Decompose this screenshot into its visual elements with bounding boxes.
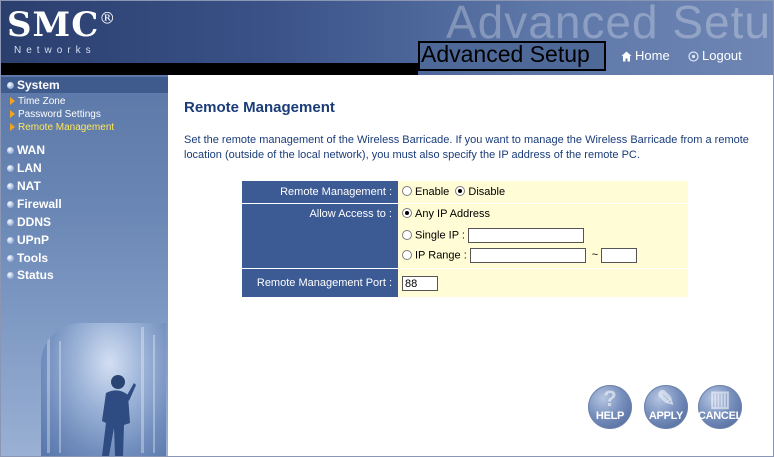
- home-link[interactable]: Home: [621, 48, 670, 63]
- sidebar-item-ddns[interactable]: DDNS: [1, 214, 168, 230]
- arrow-right-icon: [10, 97, 15, 106]
- sidebar-subitem-time-zone[interactable]: Time Zone: [1, 95, 168, 108]
- single-ip-label: Single IP :: [415, 229, 465, 242]
- single-ip-radio[interactable]: [402, 229, 412, 240]
- sidebar-item-label: DDNS: [17, 215, 52, 229]
- bullet-icon: [7, 165, 14, 173]
- page-heading: Advanced Setup: [421, 41, 590, 67]
- trash-icon: ▥: [709, 386, 731, 411]
- apply-button[interactable]: ✎ APPLY: [644, 385, 688, 429]
- sidebar-subitem-label: Password Settings: [18, 109, 101, 120]
- bullet-icon: [7, 147, 14, 155]
- ip-range-label: IP Range :: [415, 249, 467, 262]
- logout-label: Logout: [702, 48, 742, 63]
- server-room-photo: [41, 323, 166, 456]
- home-icon: [621, 51, 632, 62]
- help-button[interactable]: ? HELP: [588, 385, 632, 429]
- sidebar-item-status[interactable]: Status: [1, 267, 168, 283]
- allow-access-label: Allow Access to :: [242, 204, 398, 268]
- remote-management-form: Remote Management : Enable Disable Allow…: [242, 181, 688, 298]
- single-ip-option[interactable]: Single IP :: [402, 228, 585, 243]
- ip-range-radio[interactable]: [402, 249, 412, 260]
- router-admin-window: Advanced Setup SMC® Networks Advanced Se…: [0, 0, 774, 457]
- apply-button-label: APPLY: [648, 410, 684, 422]
- arrow-right-icon: [10, 123, 15, 132]
- sidebar-item-wan[interactable]: WAN: [1, 142, 168, 158]
- content-panel: Remote Management Set the remote managem…: [168, 75, 773, 456]
- logout-link[interactable]: Logout: [688, 48, 742, 63]
- ip-range-start-input[interactable]: [469, 248, 586, 263]
- port-input[interactable]: 88: [402, 275, 438, 291]
- remote-management-options: Enable Disable: [398, 181, 688, 203]
- sidebar-item-label: UPnP: [17, 233, 50, 247]
- allow-access-options: Any IP Address Single IP : IP Range : ~: [398, 204, 688, 268]
- home-label: Home: [635, 48, 670, 63]
- sidebar-item-system[interactable]: System: [1, 77, 168, 93]
- port-row: Remote Management Port : 88: [242, 269, 688, 298]
- bullet-icon: [7, 201, 14, 209]
- remote-management-label: Remote Management :: [242, 181, 398, 203]
- bullet-icon: [7, 255, 14, 263]
- sidebar-item-label: Firewall: [17, 197, 62, 211]
- bullet-icon: [7, 219, 14, 227]
- bullet-icon: [7, 237, 14, 245]
- disable-option[interactable]: Disable: [455, 186, 505, 198]
- sidebar-item-firewall[interactable]: Firewall: [1, 196, 168, 212]
- registered-mark: ®: [99, 8, 117, 28]
- sidebar-item-label: Tools: [17, 251, 49, 265]
- any-ip-option[interactable]: Any IP Address: [402, 208, 490, 220]
- smc-logo: SMC®: [7, 5, 116, 45]
- apply-icon: ✎: [656, 386, 676, 411]
- bullet-icon: [7, 183, 14, 191]
- sidebar-subitem-label: Remote Management: [18, 122, 115, 133]
- enable-radio[interactable]: [402, 186, 412, 197]
- bullet-icon: [7, 272, 14, 280]
- question-mark-icon: ?: [603, 386, 617, 411]
- logout-icon: [688, 51, 699, 62]
- ip-range-separator: ~: [591, 249, 599, 262]
- section-title: Remote Management: [184, 99, 335, 116]
- sidebar-item-label: Status: [17, 268, 54, 282]
- sidebar-item-lan[interactable]: LAN: [1, 160, 168, 176]
- sidebar-item-nat[interactable]: NAT: [1, 178, 168, 194]
- enable-label: Enable: [415, 186, 450, 198]
- any-ip-radio[interactable]: [402, 208, 412, 219]
- cancel-button-label: CANCEL: [698, 410, 743, 422]
- bullet-icon: [7, 82, 14, 90]
- logo-text: SMC: [7, 5, 100, 45]
- port-field-cell: 88: [398, 269, 688, 297]
- header-divider-bar: [1, 63, 418, 75]
- single-ip-input[interactable]: [468, 228, 585, 243]
- sidebar-subitem-remote-management[interactable]: Remote Management: [1, 121, 168, 134]
- any-ip-label: Any IP Address: [415, 208, 491, 220]
- disable-label: Disable: [468, 186, 506, 198]
- sidebar-item-label: WAN: [17, 143, 45, 157]
- allow-access-row: Allow Access to : Any IP Address Single …: [242, 204, 688, 269]
- ip-range-end-input[interactable]: [600, 248, 637, 263]
- header-banner: Advanced Setup SMC® Networks Advanced Se…: [1, 1, 773, 75]
- help-button-label: HELP: [595, 410, 625, 422]
- ip-range-option[interactable]: IP Range : ~: [402, 248, 637, 263]
- sidebar-item-tools[interactable]: Tools: [1, 250, 168, 266]
- disable-radio[interactable]: [455, 186, 466, 197]
- enable-option[interactable]: Enable: [402, 186, 449, 198]
- cancel-button[interactable]: ▥ CANCEL: [698, 385, 742, 429]
- sidebar-subitem-label: Time Zone: [18, 96, 66, 107]
- sidebar-subitem-password-settings[interactable]: Password Settings: [1, 108, 168, 121]
- sidebar-nav: System Time Zone Password Settings Remot…: [1, 75, 168, 456]
- section-description: Set the remote management of the Wireles…: [184, 134, 749, 161]
- sidebar-item-label: System: [17, 78, 60, 92]
- sidebar-item-upnp[interactable]: UPnP: [1, 232, 168, 248]
- sidebar-item-label: NAT: [17, 179, 41, 193]
- remote-management-row: Remote Management : Enable Disable: [242, 181, 688, 204]
- sidebar-item-label: LAN: [17, 161, 42, 175]
- logo-subtitle: Networks: [14, 45, 96, 56]
- person-figure-icon: [102, 375, 136, 456]
- arrow-right-icon: [10, 110, 15, 119]
- port-label: Remote Management Port :: [242, 269, 398, 297]
